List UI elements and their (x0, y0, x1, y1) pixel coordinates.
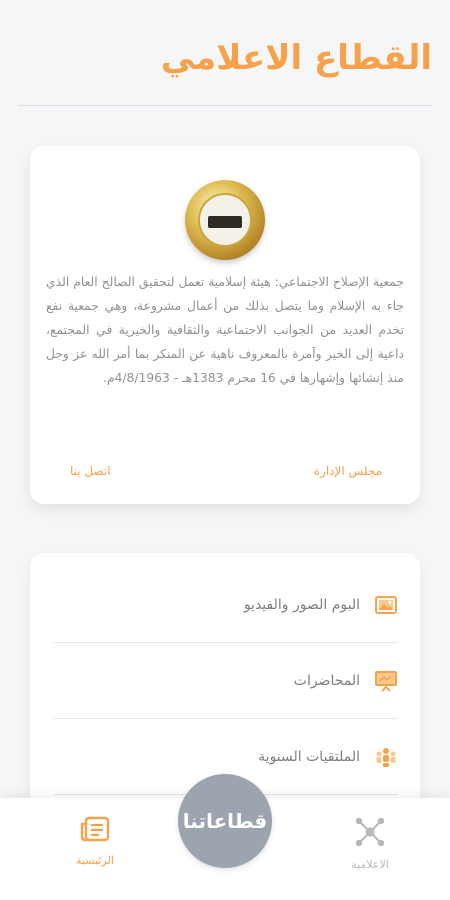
nav-media[interactable]: الاعلامية (330, 816, 410, 871)
organization-logo (185, 180, 265, 260)
news-icon (80, 816, 110, 842)
page-title: القطاع الاعلامي (160, 38, 432, 78)
title-divider (18, 105, 432, 106)
nav-home[interactable]: الرئيسية (55, 816, 135, 867)
board-link[interactable]: مجلس الإدارة (314, 464, 382, 478)
nav-home-label: الرئيسية (76, 854, 114, 867)
menu-item-photo-video-album[interactable]: البوم الصور والفيديو (54, 567, 398, 643)
network-icon (355, 817, 385, 847)
photo-album-icon (374, 593, 398, 617)
menu-item-label: البوم الصور والفيديو (243, 596, 360, 613)
about-card: جمعية الإصلاح الاجتماعي: هيئة إسلامية تع… (30, 146, 420, 504)
menu-item-lectures[interactable]: المحاضرات (54, 643, 398, 719)
about-description: جمعية الإصلاح الاجتماعي: هيئة إسلامية تع… (46, 275, 404, 385)
contact-us-link[interactable]: اتصل بنا (70, 464, 111, 478)
group-people-icon (374, 745, 398, 769)
nav-media-label: الاعلامية (351, 858, 389, 871)
our-sectors-button[interactable]: قطاعاتنا (178, 774, 272, 868)
menu-item-label: الملتقيات السنوية (258, 748, 360, 765)
presentation-board-icon (374, 669, 398, 693)
menu-item-label: المحاضرات (293, 672, 360, 689)
